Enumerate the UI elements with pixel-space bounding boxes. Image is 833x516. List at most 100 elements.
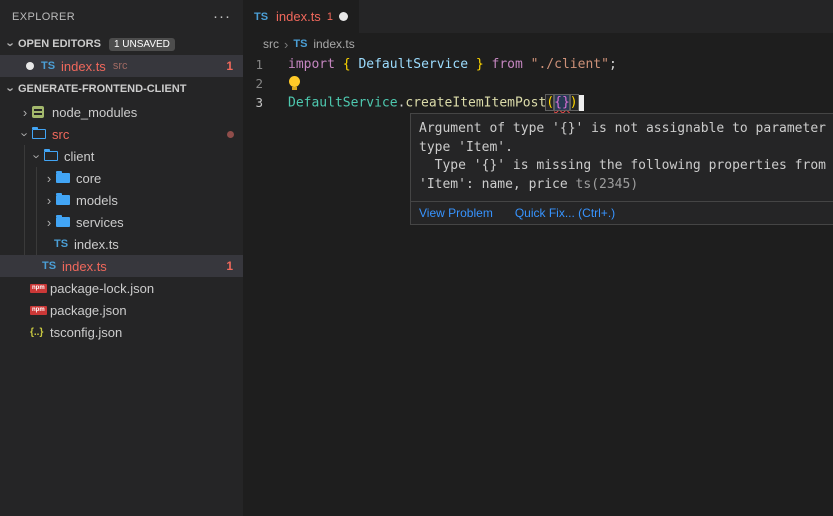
open-editor-file-path: src [113,60,128,72]
typescript-icon: TS [254,11,270,23]
tree-item-package-lock-json[interactable]: npmpackage-lock.json [0,277,243,299]
unsaved-badge: 1 UNSAVED [109,38,175,51]
line-number: 3 [243,95,288,110]
error-count-badge: 1 [226,259,233,273]
npm-icon: npm [30,284,50,293]
tree-item-core[interactable]: core [0,167,243,189]
error-code: ts(2345) [576,177,639,192]
tab-bar: TS index.ts 1 [243,0,833,33]
explorer-header: EXPLORER ··· [0,0,243,33]
error-message-text: Type '{}' is missing the following prope… [419,158,826,173]
tree-item-label: index.ts [74,237,119,252]
tree-item-services[interactable]: services [0,211,243,233]
node-modules-folder-icon [32,106,52,118]
tree-item-label: package.json [50,303,127,318]
folder-icon [56,195,76,205]
tab-modified-dot-icon[interactable] [339,12,348,21]
error-message-line: Type '{}' is missing the following prope… [419,158,833,177]
more-actions-icon[interactable]: ··· [213,8,231,25]
chevron-down-icon [18,127,32,142]
tree-item-label: models [76,193,118,208]
text-cursor [579,95,584,111]
error-count-badge: 1 [226,59,233,73]
tree-item-package-json[interactable]: npmpackage.json [0,299,243,321]
tree-item-node-modules[interactable]: node_modules [0,101,243,123]
chevron-down-icon [4,37,18,52]
folder-open-icon [44,151,64,161]
chevron-down-icon [30,149,44,164]
code-editor[interactable]: 1import { DefaultService } from "./clien… [243,55,833,112]
line-content: import { DefaultService } from "./client… [288,57,617,72]
error-message-text: type 'Item'. [419,140,513,155]
tree-item-index-ts[interactable]: TSindex.ts [0,233,243,255]
error-dot-icon [227,131,234,138]
tree-item-tsconfig-json[interactable]: {..}tsconfig.json [0,321,243,343]
chevron-down-icon [4,82,18,97]
tree-item-client[interactable]: client [0,145,243,167]
open-editors-section[interactable]: OPEN EDITORS 1 UNSAVED [0,33,243,55]
quick-fix-link[interactable]: Quick Fix... (Ctrl+.) [515,206,615,220]
code-token: from [484,57,531,72]
tree-item-label: services [76,215,124,230]
json-icon: {..} [30,327,50,338]
workspace-label: GENERATE-FRONTEND-CLIENT [18,83,186,95]
folder-icon [56,173,76,183]
chevron-right-icon [42,193,56,208]
code-token: ) [570,95,578,110]
file-tree: node_modulessrcclientcoremodelsservicesT… [0,101,243,343]
editor-group: TS index.ts 1 src › TS index.ts 1import … [243,0,833,516]
error-tooltip-actions: View Problem Quick Fix... (Ctrl+.) [411,201,833,224]
code-token: createItemItemPost [405,95,546,110]
typescript-icon: TS [293,38,308,50]
breadcrumb-file[interactable]: index.ts [313,37,354,51]
workspace-section[interactable]: GENERATE-FRONTEND-CLIENT [0,77,243,101]
typescript-icon: TS [41,60,61,72]
tree-item-label: package-lock.json [50,281,154,296]
line-number: 1 [243,57,288,72]
line-content: DefaultService.createItemItemPost({}) [288,95,584,111]
code-token: } [476,57,484,72]
tree-item-src[interactable]: src [0,123,243,145]
typescript-icon: TS [54,238,74,250]
code-token: DefaultService [288,95,398,110]
vscode-window: EXPLORER ··· OPEN EDITORS 1 UNSAVED TS i… [0,0,833,516]
tab-index-ts[interactable]: TS index.ts 1 [243,0,359,33]
code-token: "./client" [531,57,609,72]
tree-item-label: index.ts [62,259,107,274]
chevron-right-icon [18,105,32,120]
tree-item-label: tsconfig.json [50,325,122,340]
breadcrumb-folder[interactable]: src [263,37,279,51]
code-line-2[interactable]: 2 [243,74,833,93]
lightbulb-icon[interactable] [289,76,300,87]
typescript-icon: TS [42,260,62,272]
error-message-line: type 'Item'. [419,140,833,159]
error-tooltip: Argument of type '{}' is not assignable … [410,113,833,225]
modified-dot-icon [26,62,34,70]
breadcrumb-separator-icon: › [284,37,288,52]
tree-item-label: client [64,149,94,164]
folder-open-icon [32,129,52,139]
open-editors-label: OPEN EDITORS [18,38,101,50]
code-token: DefaultService [351,57,476,72]
tree-item-label: core [76,171,101,186]
tree-item-models[interactable]: models [0,189,243,211]
code-token: ( [546,95,554,110]
tree-item-index-ts[interactable]: TSindex.ts 1 [0,255,243,277]
error-tooltip-message: Argument of type '{}' is not assignable … [411,114,833,201]
code-line-1[interactable]: 1import { DefaultService } from "./clien… [243,55,833,74]
open-editor-item-index-ts[interactable]: TS index.ts src 1 [0,55,243,77]
chevron-right-icon [42,215,56,230]
tree-item-label: src [52,127,69,142]
error-message-line: 'Item': name, price ts(2345) [419,177,833,196]
line-number: 2 [243,76,288,91]
code-token: ; [609,57,617,72]
explorer-title: EXPLORER [12,11,213,23]
code-line-3[interactable]: 3DefaultService.createItemItemPost({}) [243,93,833,112]
view-problem-link[interactable]: View Problem [419,206,493,220]
error-message-line: Argument of type '{}' is not assignable … [419,121,833,140]
npm-icon: npm [30,306,50,315]
folder-icon [56,217,76,227]
breadcrumb: src › TS index.ts [243,33,833,55]
error-message-text: 'Item': name, price [419,177,576,192]
line-content [288,76,300,91]
